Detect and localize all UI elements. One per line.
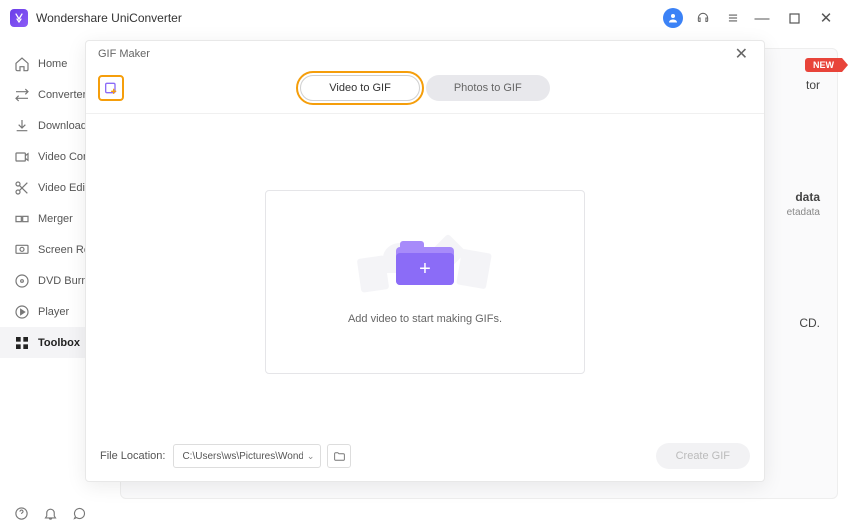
bottombar (0, 499, 850, 527)
download-icon (14, 118, 30, 134)
bg-text-fragment: data (795, 190, 820, 204)
play-icon (14, 304, 30, 320)
compress-icon (14, 149, 30, 165)
add-folder-icon: + (396, 239, 454, 285)
sidebar-item-label: Player (38, 306, 69, 318)
tab-row: Video to GIF Photos to GIF (86, 67, 764, 114)
notification-icon[interactable] (43, 506, 58, 521)
titlebar: Wondershare UniConverter — ✕ (0, 0, 850, 36)
modal-header: GIF Maker ✕ (86, 41, 764, 67)
tab-video-to-gif[interactable]: Video to GIF (300, 75, 420, 101)
minimize-button[interactable]: — (748, 4, 776, 32)
tab-label: Video to GIF (329, 82, 391, 94)
file-location-path: C:\Users\ws\Pictures\Wonders (182, 451, 302, 462)
menu-icon[interactable] (722, 7, 744, 29)
bg-text-fragment: etadata (787, 207, 820, 218)
drop-zone-text: Add video to start making GIFs. (348, 313, 502, 325)
help-icon[interactable] (14, 506, 29, 521)
new-badge: NEW (805, 58, 842, 72)
tab-label: Photos to GIF (454, 82, 522, 94)
close-icon[interactable]: ✕ (731, 42, 752, 66)
record-icon (14, 242, 30, 258)
user-account-icon[interactable] (662, 7, 684, 29)
add-file-button[interactable] (98, 75, 124, 101)
maximize-button[interactable] (780, 4, 808, 32)
chevron-down-icon: ⌄ (307, 451, 315, 462)
create-gif-label: Create GIF (676, 450, 730, 462)
app-title: Wondershare UniConverter (36, 11, 182, 25)
support-icon[interactable] (692, 7, 714, 29)
disc-icon (14, 273, 30, 289)
drop-zone[interactable]: + Add video to start making GIFs. (265, 190, 585, 374)
toolbox-icon (14, 335, 30, 351)
bg-text-fragment: tor (806, 78, 820, 92)
bg-text-fragment: CD. (799, 316, 820, 330)
tab-photos-to-gif[interactable]: Photos to GIF (426, 75, 550, 101)
create-gif-button[interactable]: Create GIF (656, 443, 750, 469)
merge-icon (14, 211, 30, 227)
gif-maker-modal: GIF Maker ✕ Video to GIF Photos to GIF +… (85, 40, 765, 482)
feedback-icon[interactable] (72, 506, 87, 521)
modal-footer: File Location: C:\Users\ws\Pictures\Wond… (86, 431, 764, 481)
sidebar-item-label: Merger (38, 213, 73, 225)
scissors-icon (14, 180, 30, 196)
file-location-label: File Location: (100, 450, 165, 462)
tabs: Video to GIF Photos to GIF (300, 75, 549, 101)
sidebar-item-label: Toolbox (38, 337, 80, 349)
sidebar-item-label: Converter (38, 89, 86, 101)
modal-title: GIF Maker (98, 48, 150, 60)
close-window-button[interactable]: ✕ (812, 4, 840, 32)
app-logo (10, 9, 28, 27)
sidebar-item-label: Home (38, 58, 67, 70)
file-location-select[interactable]: C:\Users\ws\Pictures\Wonders ⌄ (173, 444, 321, 468)
open-folder-button[interactable] (327, 444, 351, 468)
home-icon (14, 56, 30, 72)
converter-icon (14, 87, 30, 103)
